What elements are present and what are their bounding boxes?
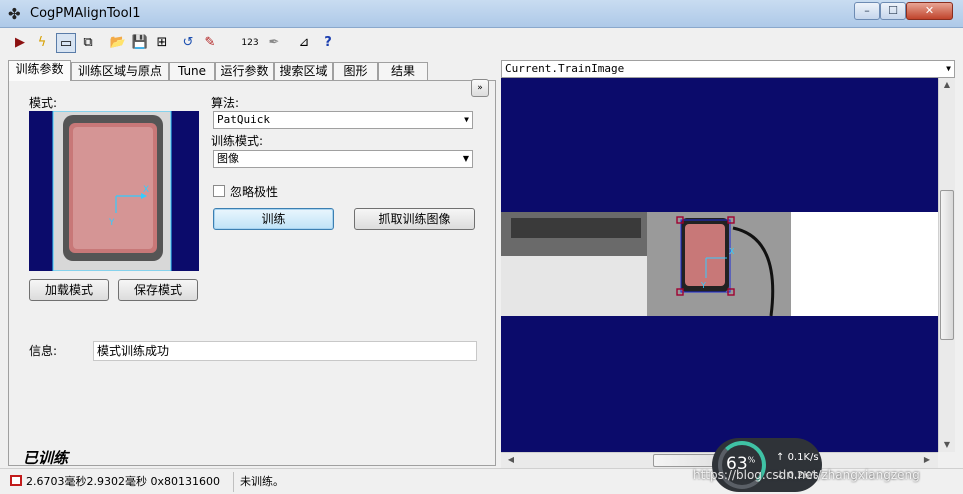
close-button[interactable]: ✕ [906, 2, 953, 20]
save-model-button[interactable]: 保存模式 [118, 279, 198, 301]
tab-train-params[interactable]: 训练参数 [8, 60, 71, 81]
display-toggle-icon[interactable]: ▭ [56, 33, 76, 53]
train-params-panel: » 模式: Y X 加载模式 保存模式 算法: PatQuick ▼ 训练模式:… [8, 79, 496, 467]
trained-status: 已训练 [23, 449, 69, 467]
chevron-down-icon: ▼ [464, 115, 469, 124]
measure-icon[interactable]: ⊿ [294, 33, 314, 53]
image-source-select[interactable]: Current.TrainImage ▼ [501, 60, 955, 78]
pen-disabled-icon: ✒ [268, 35, 280, 50]
performance-widget[interactable]: 63% ↑ 0.1K/s ↓ 0.2K/s [712, 438, 822, 492]
expand-icon[interactable]: » [471, 79, 489, 97]
window-title: CogPMAlignTool1 [30, 6, 141, 21]
algorithm-value: PatQuick [217, 113, 270, 126]
model-graphic: Y X [29, 111, 199, 271]
train-button[interactable]: 训练 [213, 208, 334, 230]
ignore-polarity-label: 忽略极性 [230, 185, 279, 199]
wand-icon[interactable]: ✎ [200, 33, 220, 53]
ignore-polarity-checkbox[interactable] [213, 185, 225, 197]
grab-train-image-button[interactable]: 抓取训练图像 [354, 208, 475, 230]
scroll-right-icon[interactable]: ▶ [919, 455, 935, 464]
toolbar: ▶ ϟ ▭ ⧉ 📂 💾 ⊞ ↺ ✎ 123 ✒ ⊿ ? [0, 30, 963, 56]
status-error-icon [10, 475, 22, 486]
svg-text:Y: Y [700, 281, 706, 290]
image-source-value: Current.TrainImage [505, 62, 625, 75]
tool-client-area: ▶ ϟ ▭ ⧉ 📂 💾 ⊞ ↺ ✎ 123 ✒ ⊿ ? 训练参数 训练区域与原点… [0, 28, 963, 494]
help-icon[interactable]: ? [318, 33, 338, 53]
scroll-left-icon[interactable]: ◀ [503, 455, 519, 464]
train-image: Y X [501, 78, 938, 452]
save-icon[interactable]: 💾 [130, 33, 150, 53]
minimize-button[interactable]: – [854, 2, 880, 20]
title-bar: ✤ CogPMAlignTool1 – ☐ ✕ [0, 0, 963, 28]
info-label: 信息: [29, 344, 58, 358]
tree-icon[interactable]: ⊞ [152, 33, 172, 53]
load-model-button[interactable]: 加载模式 [29, 279, 109, 301]
info-field[interactable]: 模式训练成功 [93, 341, 477, 361]
status-timing: 2.6703毫秒2.9302毫秒 0x80131600 [26, 472, 234, 492]
tab-tune[interactable]: Tune [169, 62, 215, 80]
tab-results[interactable]: 结果 [378, 62, 428, 80]
app-icon: ✤ [8, 5, 21, 23]
trained-model-image[interactable]: Y X [29, 111, 199, 271]
numeric-display-icon[interactable]: 123 [240, 33, 260, 53]
tab-search-region[interactable]: 搜索区域 [274, 62, 333, 80]
watermark-text: https://blog.csdn.net/zhangxiangzeng [693, 468, 920, 482]
local-graphics-icon[interactable]: ⧉ [78, 33, 98, 53]
algorithm-label: 算法: [211, 96, 240, 110]
maximize-button[interactable]: ☐ [880, 2, 906, 20]
train-mode-select[interactable]: 图像 ▼ [213, 150, 473, 168]
tab-run-params[interactable]: 运行参数 [215, 62, 274, 80]
svg-text:Y: Y [108, 218, 115, 228]
run-icon[interactable]: ▶ [10, 33, 30, 53]
train-mode-label: 训练模式: [211, 134, 264, 148]
svg-text:X: X [143, 185, 149, 195]
chevron-down-icon: ▼ [462, 154, 469, 163]
status-message: 未训练。 [240, 475, 284, 488]
scroll-down-icon[interactable]: ▼ [939, 440, 955, 449]
model-label: 模式: [29, 96, 58, 110]
chevron-down-icon: ▼ [946, 64, 951, 73]
svg-text:X: X [729, 247, 735, 256]
scroll-up-icon[interactable]: ▲ [939, 80, 955, 89]
open-folder-icon[interactable]: 📂 [108, 33, 128, 53]
image-display[interactable]: Y X [501, 78, 938, 452]
vertical-scroll-thumb[interactable] [940, 190, 954, 340]
tab-train-region-origin[interactable]: 训练区域与原点 [71, 62, 169, 80]
reset-icon[interactable]: ↺ [178, 33, 198, 53]
tab-graphics[interactable]: 图形 [333, 62, 378, 80]
algorithm-select[interactable]: PatQuick ▼ [213, 111, 473, 129]
scroll-corner [938, 452, 955, 468]
vertical-scrollbar[interactable]: ▲ ▼ [938, 78, 955, 452]
train-mode-value: 图像 [217, 152, 239, 165]
upload-speed: ↑ 0.1K/s [776, 452, 819, 463]
lightning-icon[interactable]: ϟ [32, 33, 52, 53]
